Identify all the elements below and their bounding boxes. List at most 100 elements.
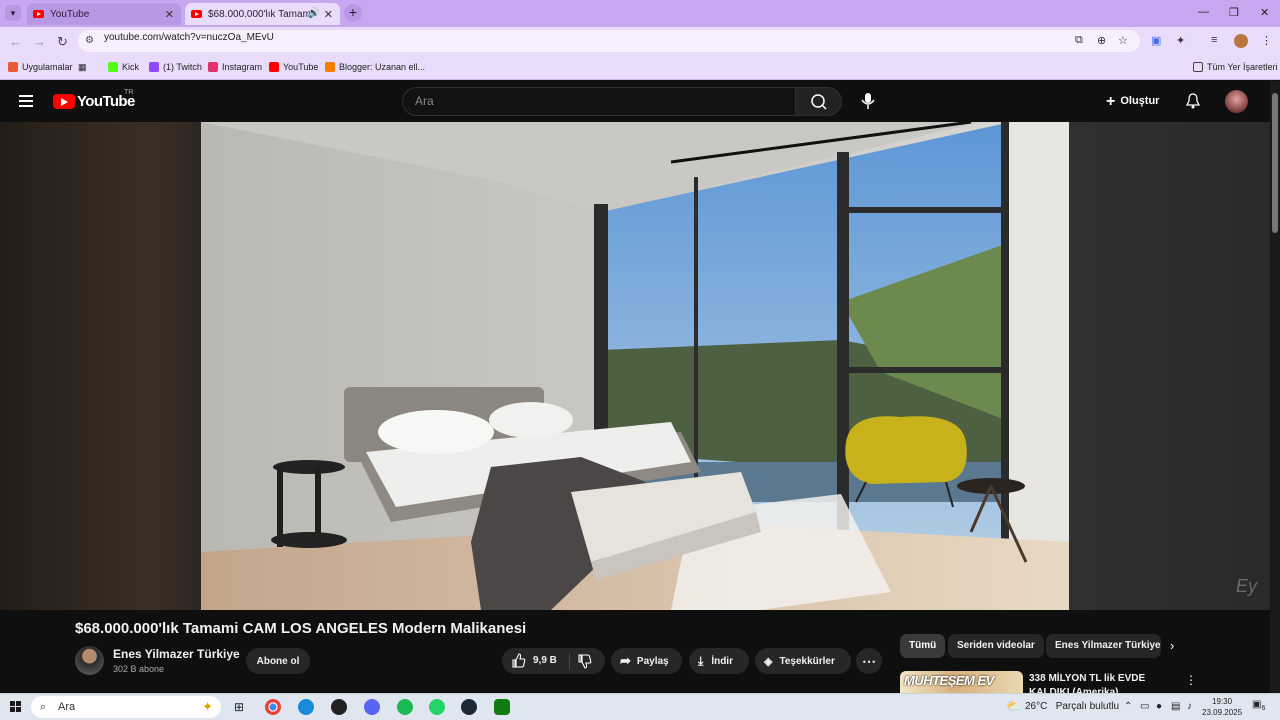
voice-search-button[interactable]: [858, 91, 878, 111]
thumbs-down-icon: [578, 654, 592, 669]
extensions-icon[interactable]: ✦: [1176, 34, 1185, 47]
weather-icon[interactable]: ⛅: [1006, 699, 1021, 713]
like-divider: [569, 653, 570, 669]
apps-icon: [8, 62, 18, 72]
bookmark-apps[interactable]: Uygulamalar: [8, 62, 73, 72]
chip-all[interactable]: Tümü: [900, 634, 946, 658]
player-side-area: [1069, 122, 1270, 610]
thumbs-up-icon: [512, 653, 526, 668]
bookmarks-bar: Uygulamalar ▦ Kick (1) Twitch Instagram …: [0, 56, 1280, 80]
share-icon: ➦: [620, 653, 631, 668]
youtube-favicon-icon: [33, 10, 44, 18]
profile-icon[interactable]: [1234, 34, 1248, 48]
youtube-logo-icon[interactable]: [53, 94, 75, 109]
steam-app-icon[interactable]: [461, 699, 477, 715]
channel-watermark[interactable]: Ey: [1236, 576, 1257, 597]
account-avatar[interactable]: [1225, 90, 1248, 113]
folder-icon: [1193, 62, 1203, 72]
related-video-thumbnail[interactable]: MUHTEŞEM EV: [900, 671, 1023, 693]
close-tab-icon[interactable]: ✕: [165, 8, 174, 21]
bookmark-youtube[interactable]: YouTube: [269, 62, 318, 72]
bookmark-instagram[interactable]: Instagram: [208, 62, 262, 72]
bookmark-twitch[interactable]: (1) Twitch: [149, 62, 202, 72]
related-menu-icon[interactable]: ⋮: [1185, 673, 1197, 687]
grid-icon[interactable]: ▦: [78, 62, 87, 73]
show-hidden-icons-chevron-icon[interactable]: ⌃: [1124, 701, 1132, 712]
subscribe-button[interactable]: Abone ol: [246, 648, 310, 674]
cast-icon[interactable]: ⧉: [1075, 34, 1083, 47]
like-button[interactable]: 9,9 B: [511, 653, 557, 668]
close-tab-icon[interactable]: ✕: [324, 8, 333, 21]
app-icon-dark[interactable]: [331, 699, 347, 715]
thanks-button[interactable]: ◈ Teşekkürler: [755, 648, 851, 674]
media-control-icon[interactable]: ≡: [1211, 34, 1217, 46]
dislike-button[interactable]: [577, 654, 592, 672]
translate-icon[interactable]: ▣: [1151, 34, 1161, 47]
minimize-icon[interactable]: —: [1198, 6, 1209, 18]
video-title: $68.000.000'lık Tamami CAM LOS ANGELES M…: [75, 620, 527, 637]
tab-search-button[interactable]: ▾: [5, 5, 21, 21]
youtube-icon: [269, 62, 279, 72]
youtube-favicon-icon: [191, 10, 202, 18]
instagram-icon: [208, 62, 218, 72]
tab-active-video[interactable]: $68.000.000'lık Tamami CAM 🔊 ✕: [185, 3, 340, 25]
menu-kebab-icon[interactable]: ⋮: [1261, 34, 1272, 47]
bookmark-kick[interactable]: Kick: [108, 62, 139, 72]
page-scrollbar[interactable]: [1270, 81, 1280, 693]
forward-icon[interactable]: →: [33, 34, 46, 49]
chip-channel[interactable]: Enes Yilmazer Türkiye: [1046, 634, 1161, 658]
zoom-icon[interactable]: ⊕: [1097, 34, 1106, 47]
display-icon[interactable]: ▭: [1140, 701, 1149, 712]
chevron-right-icon[interactable]: ›: [1170, 638, 1174, 653]
youtube-masthead: YouTube TR Ara + Oluştur: [0, 81, 1270, 122]
windows-start-icon[interactable]: [10, 701, 22, 713]
notifications-bell-icon[interactable]: [1185, 93, 1201, 109]
chip-series[interactable]: Seriden videolar: [948, 634, 1044, 658]
bookmark-star-icon[interactable]: ☆: [1118, 34, 1128, 47]
search-button[interactable]: [795, 87, 842, 116]
reload-icon[interactable]: ↻: [57, 34, 68, 50]
whatsapp-app-icon[interactable]: [429, 699, 445, 715]
related-video-title[interactable]: 338 MİLYON TL lik EVDE KALDIKI (Amerika): [1029, 672, 1169, 693]
scrollbar-thumb[interactable]: [1272, 93, 1278, 233]
chrome-app-icon[interactable]: [265, 699, 281, 715]
search-icon: [811, 94, 827, 110]
weather-widget[interactable]: 26°C Parçalı bulutlu: [1025, 701, 1119, 712]
channel-avatar[interactable]: [75, 646, 104, 675]
blogger-icon: [325, 62, 335, 72]
discord-app-icon[interactable]: [364, 699, 380, 715]
close-window-icon[interactable]: ✕: [1260, 6, 1269, 19]
volume-icon[interactable]: ♪: [1187, 701, 1192, 712]
task-view-icon[interactable]: ⊞: [234, 700, 244, 714]
restore-icon[interactable]: ❐: [1229, 6, 1239, 19]
url-text[interactable]: youtube.com/watch?v=nuczOa_MEvU: [104, 32, 274, 43]
xbox-app-icon[interactable]: [494, 699, 510, 715]
menu-icon[interactable]: [19, 95, 33, 107]
more-actions-button[interactable]: ⋯: [856, 648, 882, 674]
taskbar-search-input[interactable]: ⌕ Ara ✦: [31, 696, 221, 718]
bookmark-blogger[interactable]: Blogger: Uzanan ell...: [325, 62, 425, 72]
audio-playing-icon[interactable]: 🔊: [308, 8, 320, 19]
video-frame[interactable]: [201, 122, 1069, 610]
download-button[interactable]: ⤓ İndir: [689, 648, 749, 674]
kick-icon: [108, 62, 118, 72]
site-info-icon[interactable]: ⚙: [85, 35, 94, 46]
channel-name[interactable]: Enes Yilmazer Türkiye: [113, 647, 240, 661]
network-icon[interactable]: ▤: [1171, 701, 1180, 712]
edge-app-icon[interactable]: [298, 699, 314, 715]
microphone-tray-icon[interactable]: ●: [1156, 701, 1162, 712]
share-button[interactable]: ➦ Paylaş: [611, 648, 682, 674]
tab-youtube[interactable]: YouTube ✕: [27, 3, 181, 25]
taskbar-clock[interactable]: 19:30 23.09.2025: [1202, 696, 1242, 718]
thumbnail-text: MUHTEŞEM EV: [904, 673, 994, 688]
country-code: TR: [124, 89, 134, 96]
create-button[interactable]: + Oluştur: [1106, 93, 1159, 111]
search-input[interactable]: Ara: [402, 87, 796, 116]
back-icon[interactable]: ←: [9, 34, 22, 49]
spotify-app-icon[interactable]: [397, 699, 413, 715]
clock-date: 23.09.2025: [1202, 708, 1243, 717]
all-bookmarks[interactable]: Tüm Yer İşaretleri: [1193, 62, 1278, 72]
new-tab-button[interactable]: +: [344, 4, 362, 22]
notification-center-icon[interactable]: ▣6: [1252, 699, 1265, 712]
video-player[interactable]: Ey: [0, 122, 1270, 610]
